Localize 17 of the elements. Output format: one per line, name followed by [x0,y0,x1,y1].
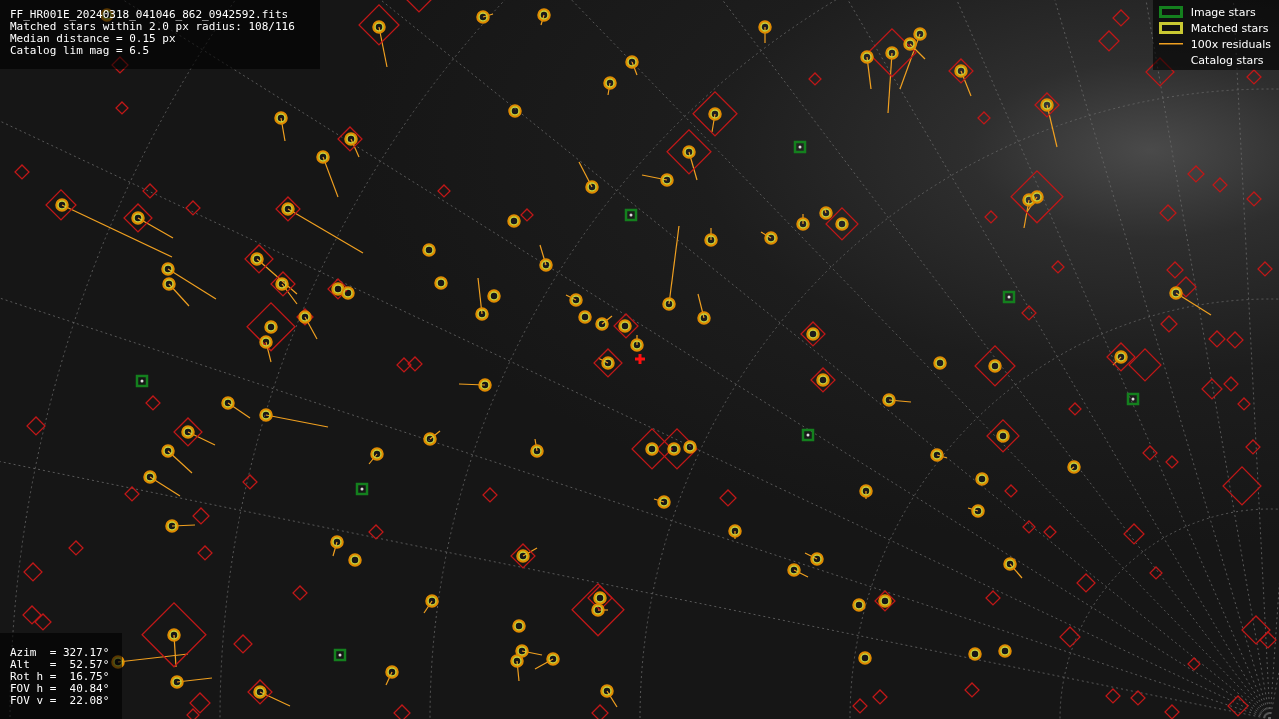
legend-label: Matched stars [1190,21,1269,35]
legend-label: Catalog stars [1190,53,1264,67]
info-text: Median distance = 0.15 px [10,33,177,45]
info-text: Catalog lim mag = 6.5 [10,45,151,57]
line-icon [1158,42,1183,46]
pointing-text: Rot h = 16.75° [10,671,111,683]
pointing-text: FOV h = 40.84° [10,683,111,695]
legend-label: Image stars [1190,5,1256,19]
info-text: FF_HR001E_20240318_041046_862_0942592.fits [10,9,290,21]
cross-icon [633,352,647,366]
pointing-text: Alt = 52.57° [10,659,111,671]
info-text: Matched stars within 2.0 px radius: 108/116 [10,21,296,33]
rectangle-icon [1158,22,1183,34]
pointing-text: FOV v = 22.08° [10,695,111,707]
square-outline-icon [1158,6,1183,18]
legend-label: 100x residuals [1190,37,1271,51]
pointing-text: Azim = 327.17° [10,647,111,659]
